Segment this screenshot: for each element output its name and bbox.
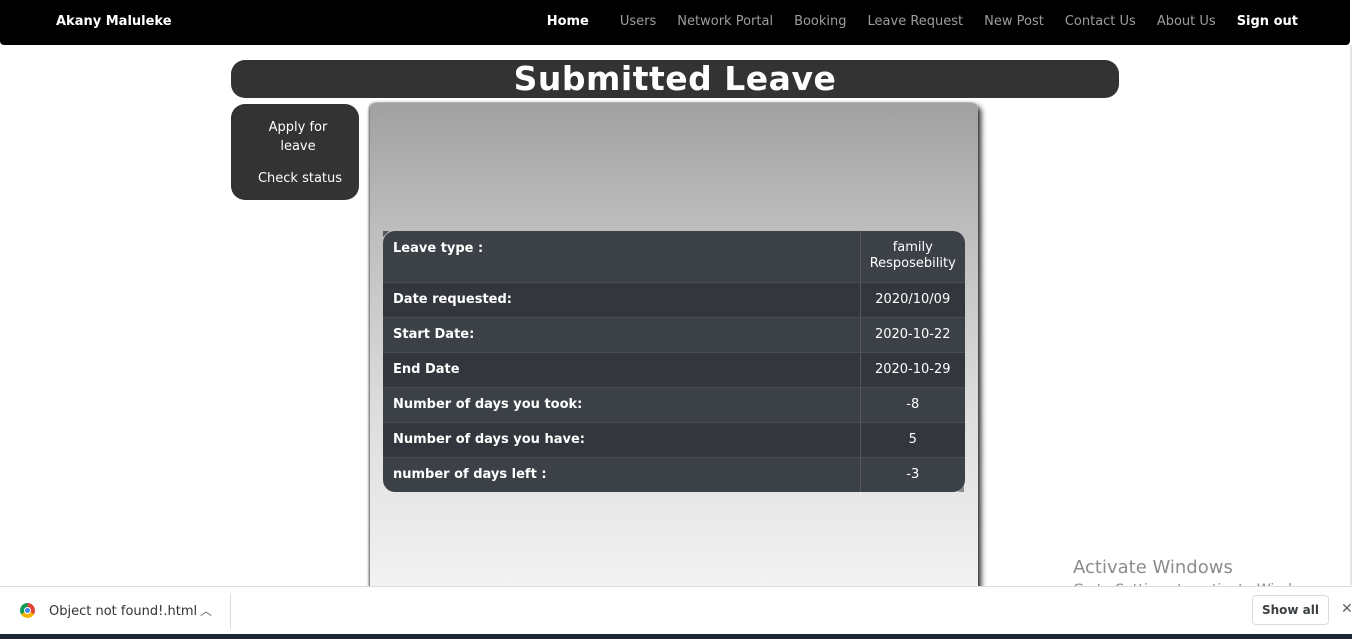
taskbar-strip bbox=[0, 634, 1352, 639]
divider bbox=[230, 593, 231, 629]
row-value: 2020-10-22 bbox=[860, 317, 965, 353]
row-value: 2020-10-29 bbox=[860, 352, 965, 388]
row-value: -8 bbox=[860, 387, 965, 423]
table-row: Leave type : family Resposebility bbox=[383, 231, 965, 283]
nav-home[interactable]: Home bbox=[547, 14, 589, 29]
chrome-file-icon bbox=[20, 603, 35, 618]
check-status-link[interactable]: Check status bbox=[245, 169, 355, 188]
table-row: End Date 2020-10-29 bbox=[383, 352, 965, 388]
row-value: family Resposebility bbox=[860, 231, 965, 283]
table-row: Date requested: 2020/10/09 bbox=[383, 282, 965, 318]
download-bar: Object not found!.html ︿ Show all ✕ bbox=[0, 586, 1352, 634]
row-label: number of days left : bbox=[383, 457, 861, 492]
row-label: Date requested: bbox=[383, 282, 861, 318]
row-label: Leave type : bbox=[383, 231, 861, 283]
table-row: Number of days you took: -8 bbox=[383, 387, 965, 423]
watermark-title: Activate Windows bbox=[1073, 557, 1233, 578]
chevron-up-icon[interactable]: ︿ bbox=[200, 602, 212, 619]
nav-about-us[interactable]: About Us bbox=[1157, 14, 1216, 29]
row-label: Number of days you have: bbox=[383, 422, 861, 458]
side-menu: Apply for leave Check status bbox=[231, 104, 359, 200]
brand-name[interactable]: Akany Maluleke bbox=[56, 14, 172, 29]
row-value: 2020/10/09 bbox=[860, 282, 965, 318]
table-corner-mark bbox=[383, 231, 389, 237]
table-row: number of days left : -3 bbox=[383, 457, 965, 492]
page-title-bar: Submitted Leave bbox=[231, 60, 1119, 98]
download-filename[interactable]: Object not found!.html bbox=[49, 604, 197, 619]
row-label: End Date bbox=[383, 352, 861, 388]
apply-for-leave-link[interactable]: Apply for leave bbox=[253, 118, 343, 156]
nav-sign-out[interactable]: Sign out bbox=[1237, 14, 1298, 29]
nav-booking[interactable]: Booking bbox=[794, 14, 846, 29]
show-all-button[interactable]: Show all bbox=[1252, 595, 1329, 625]
table-row: Start Date: 2020-10-22 bbox=[383, 317, 965, 353]
nav-links: Home Users Network Portal Booking Leave … bbox=[526, 14, 1298, 29]
resize-handle-icon[interactable] bbox=[958, 486, 964, 492]
row-value: -3 bbox=[860, 457, 965, 492]
nav-leave-request[interactable]: Leave Request bbox=[868, 14, 964, 29]
nav-new-post[interactable]: New Post bbox=[984, 14, 1044, 29]
row-label: Start Date: bbox=[383, 317, 861, 353]
row-value: 5 bbox=[860, 422, 965, 458]
nav-network-portal[interactable]: Network Portal bbox=[677, 14, 773, 29]
close-icon[interactable]: ✕ bbox=[1341, 601, 1352, 617]
nav-contact-us[interactable]: Contact Us bbox=[1065, 14, 1136, 29]
top-navbar: Akany Maluleke Home Users Network Portal… bbox=[0, 0, 1350, 45]
nav-users[interactable]: Users bbox=[620, 14, 656, 29]
leave-details-table: Leave type : family Resposebility Date r… bbox=[383, 231, 965, 492]
table-row: Number of days you have: 5 bbox=[383, 422, 965, 458]
page-title: Submitted Leave bbox=[513, 59, 837, 98]
row-label: Number of days you took: bbox=[383, 387, 861, 423]
